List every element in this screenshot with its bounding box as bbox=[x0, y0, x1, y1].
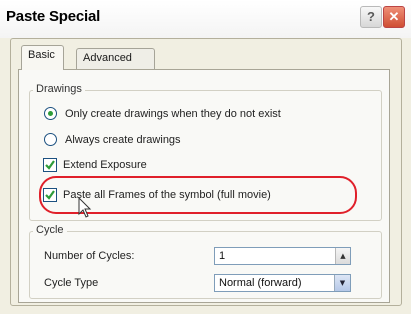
cycle-type-dropdown[interactable]: Normal (forward) ▼ bbox=[214, 274, 351, 292]
cycle-legend: Cycle bbox=[33, 224, 67, 236]
tab-advanced[interactable]: Advanced bbox=[76, 48, 155, 70]
cycle-type-label: Cycle Type bbox=[44, 277, 99, 289]
number-of-cycles-stepper[interactable]: 1 ▲ bbox=[214, 247, 351, 265]
radio-always-create-label: Always create drawings bbox=[65, 133, 181, 146]
close-button[interactable]: ✕ bbox=[383, 6, 405, 28]
drawings-legend: Drawings bbox=[33, 83, 85, 95]
number-of-cycles-label: Number of Cycles: bbox=[44, 250, 135, 262]
checkbox-extend-exposure[interactable]: Extend Exposure bbox=[43, 158, 147, 172]
radio-button[interactable] bbox=[44, 133, 57, 146]
paste-special-dialog: Paste Special ? ✕ Advanced Basic Drawing… bbox=[0, 0, 411, 314]
tab-basic[interactable]: Basic bbox=[21, 45, 64, 70]
chevron-down-icon[interactable]: ▼ bbox=[334, 275, 350, 291]
spin-arrows-icon[interactable]: ▲ bbox=[335, 248, 350, 264]
mouse-cursor-icon bbox=[78, 197, 92, 218]
help-button[interactable]: ? bbox=[360, 6, 382, 28]
dialog-title: Paste Special bbox=[6, 8, 101, 25]
number-of-cycles-value: 1 bbox=[219, 250, 226, 262]
cycle-type-value: Normal (forward) bbox=[219, 277, 302, 289]
radio-button-selected[interactable] bbox=[44, 107, 57, 120]
extend-exposure-label: Extend Exposure bbox=[63, 159, 147, 171]
checkbox-checked[interactable] bbox=[43, 158, 57, 172]
radio-always-create[interactable]: Always create drawings bbox=[44, 133, 181, 146]
radio-only-create[interactable]: Only create drawings when they do not ex… bbox=[44, 107, 281, 120]
radio-only-create-label: Only create drawings when they do not ex… bbox=[65, 107, 281, 120]
title-bar[interactable]: Paste Special ? ✕ bbox=[0, 0, 411, 38]
